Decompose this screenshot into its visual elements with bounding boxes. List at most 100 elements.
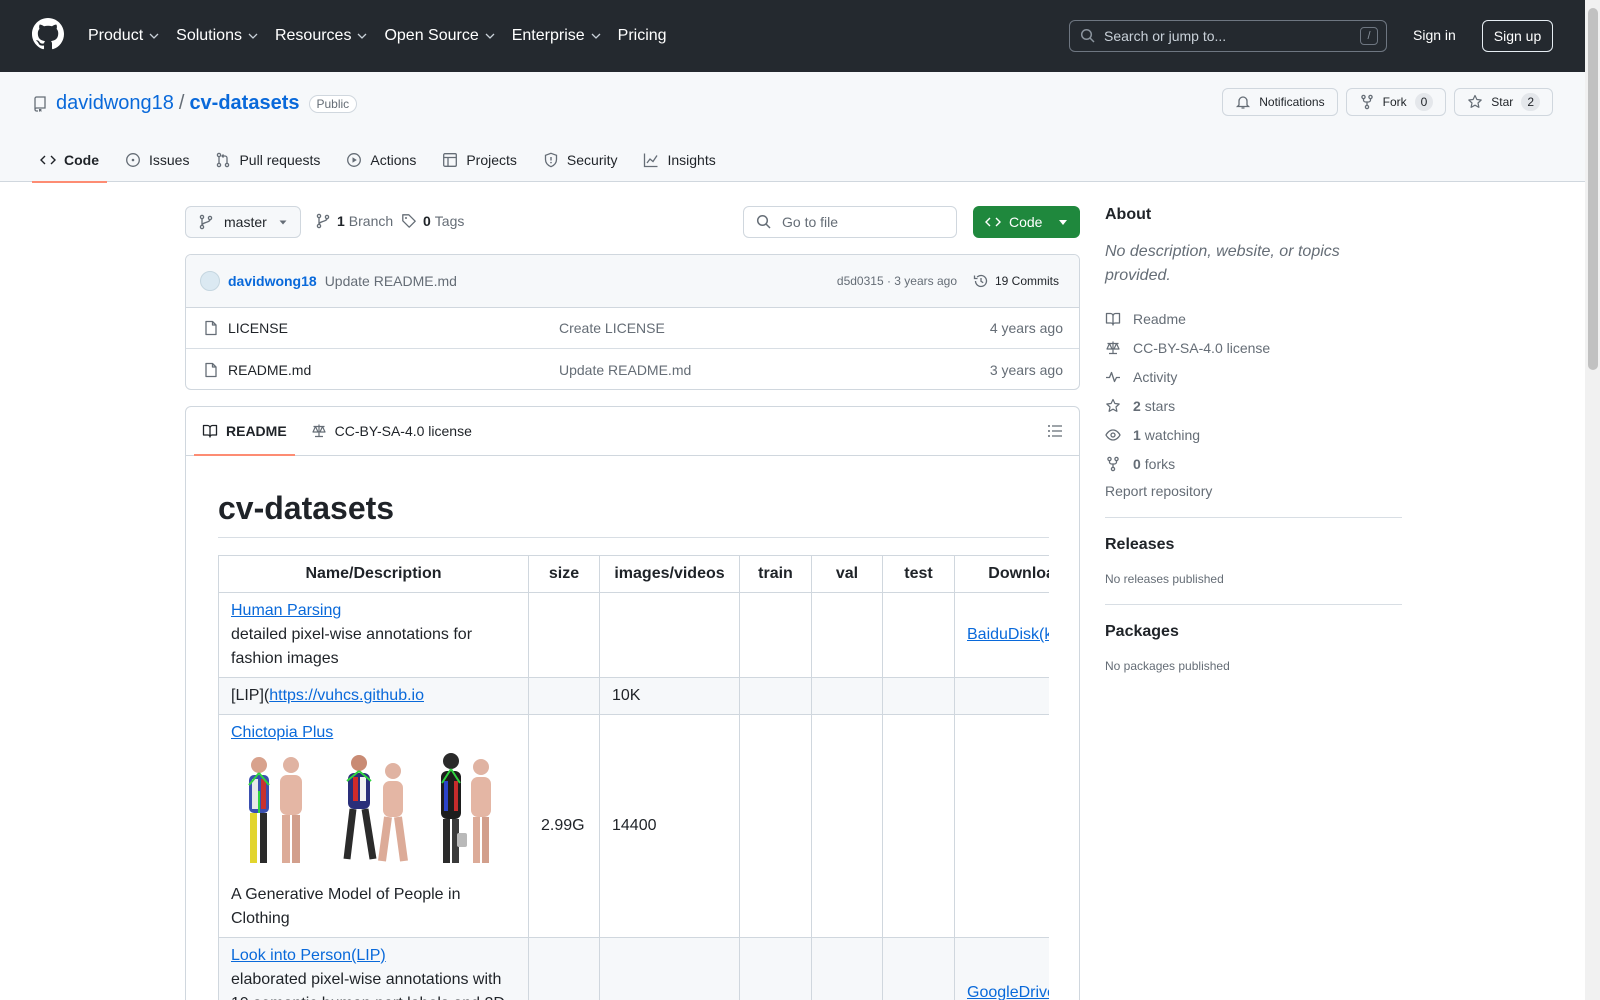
fork-button[interactable]: Fork 0	[1345, 88, 1447, 116]
dataset-link[interactable]: Chictopia Plus	[231, 724, 333, 741]
caret-down-icon	[279, 220, 287, 225]
repo-name-link[interactable]: cv-datasets	[189, 92, 299, 115]
dataset-link[interactable]: Human Parsing	[231, 602, 341, 619]
tab-actions[interactable]: Actions	[338, 138, 424, 182]
file-name[interactable]: README.md	[228, 362, 311, 378]
table-cell	[882, 592, 955, 678]
latest-commit: davidwong18 Update README.md d5d0315 · 3…	[186, 255, 1079, 308]
book-icon	[202, 424, 218, 438]
table-cell: 14400	[599, 714, 740, 938]
tags-link[interactable]: 0 Tags	[401, 213, 464, 229]
dataset-description: A Generative Model of People in Clothing	[231, 886, 461, 927]
releases-empty-text: No releases published	[1105, 572, 1224, 586]
packages-empty-text: No packages published	[1105, 659, 1230, 673]
tag-icon	[402, 214, 416, 228]
column-header: size	[528, 555, 600, 593]
nav-resources[interactable]: Resources	[275, 27, 368, 45]
dataset-link[interactable]: https://vuhcs.github.io	[269, 687, 424, 704]
dataset-link[interactable]: Look into Person(LIP)	[231, 947, 386, 964]
sidebar-item-readme[interactable]: Readme	[1105, 304, 1402, 333]
global-header: Product Solutions Resources Open Source …	[0, 0, 1600, 72]
packages-heading[interactable]: Packages	[1105, 623, 1402, 641]
go-to-file-input[interactable]: Go to file	[743, 206, 957, 238]
table-cell	[882, 677, 955, 715]
table-cell: Human Parsing detailed pixel-wise annota…	[218, 592, 529, 678]
nav-open-source[interactable]: Open Source	[384, 27, 495, 45]
column-header: Download	[954, 555, 1049, 593]
commit-author[interactable]: davidwong18	[228, 273, 317, 289]
notifications-button[interactable]: Notifications	[1222, 88, 1338, 116]
shield-icon	[544, 152, 558, 168]
global-nav: Product Solutions Resources Open Source …	[88, 0, 683, 72]
table-cell	[811, 592, 883, 678]
table-cell	[599, 592, 740, 678]
github-logo-icon[interactable]	[32, 18, 64, 50]
nav-pricing[interactable]: Pricing	[618, 27, 667, 45]
branch-name: master	[224, 214, 267, 230]
report-repository-link[interactable]: Report repository	[1105, 483, 1402, 499]
tab-readme[interactable]: README	[194, 407, 295, 456]
commits-link[interactable]: 19 Commits	[973, 273, 1059, 289]
nav-product[interactable]: Product	[88, 27, 160, 45]
table-cell: [LIP](https://vuhcs.github.io	[218, 677, 529, 715]
tab-security[interactable]: Security	[535, 138, 626, 182]
search-icon	[1080, 28, 1095, 43]
table-row: Human Parsing detailed pixel-wise annota…	[218, 592, 1049, 678]
commit-message[interactable]: Update README.md	[325, 273, 457, 289]
tab-code[interactable]: Code	[32, 138, 107, 183]
branch-select-button[interactable]: master	[185, 206, 301, 238]
nav-enterprise[interactable]: Enterprise	[512, 27, 602, 45]
tab-insights[interactable]: Insights	[635, 138, 723, 182]
repo-actions: Notifications Fork 0 Star 2	[1214, 88, 1553, 116]
list-unordered-icon[interactable]	[1047, 423, 1063, 439]
scrollbar-thumb[interactable]	[1588, 8, 1598, 370]
table-cell	[739, 592, 812, 678]
go-to-file-placeholder: Go to file	[782, 214, 839, 230]
sign-in-link[interactable]: Sign in	[1413, 27, 1456, 43]
repo-icon	[34, 95, 46, 112]
repo-owner-link[interactable]: davidwong18	[56, 92, 174, 115]
table-cell: 10K	[599, 677, 740, 715]
tab-issues[interactable]: Issues	[117, 138, 197, 182]
sign-up-button[interactable]: Sign up	[1482, 20, 1553, 52]
fork-count: 0	[1414, 93, 1434, 111]
repo-sidebar: About No description, website, or topics…	[1105, 206, 1402, 673]
sidebar-item-activity[interactable]: Activity	[1105, 362, 1402, 391]
download-link[interactable]: BaiduDisk(k	[967, 626, 1049, 643]
avatar[interactable]	[200, 271, 220, 291]
table-row: Chictopia Plus A Generative Model of Peo…	[218, 714, 1049, 938]
table-cell	[739, 677, 812, 715]
column-header: Name/Description	[218, 555, 529, 593]
readme-tabs: README CC-BY-SA-4.0 license	[186, 407, 1079, 456]
column-header: val	[811, 555, 883, 593]
table-cell	[528, 937, 600, 1000]
about-list: Readme CC-BY-SA-4.0 license Activity 2st…	[1105, 304, 1402, 478]
example-figures	[231, 751, 516, 869]
file-commit-message[interactable]: Update README.md	[559, 362, 691, 378]
sidebar-item-stars[interactable]: 2 stars	[1105, 391, 1402, 420]
nav-solutions[interactable]: Solutions	[176, 27, 259, 45]
tab-license[interactable]: CC-BY-SA-4.0 license	[303, 407, 480, 455]
code-icon	[40, 155, 56, 165]
file-list: davidwong18 Update README.md d5d0315 · 3…	[185, 254, 1080, 390]
readme-content: cv-datasets Name/Description size images…	[218, 456, 1049, 1000]
tab-pull-requests[interactable]: Pull requests	[207, 138, 328, 182]
sidebar-item-license[interactable]: CC-BY-SA-4.0 license	[1105, 333, 1402, 362]
table-cell	[811, 677, 883, 715]
tab-projects[interactable]: Projects	[434, 138, 525, 182]
branches-link[interactable]: 1 Branch	[315, 213, 393, 229]
releases-heading[interactable]: Releases	[1105, 536, 1402, 554]
sidebar-item-watching[interactable]: 1 watching	[1105, 420, 1402, 449]
file-commit-message[interactable]: Create LICENSE	[559, 320, 665, 336]
chevron-down-icon	[485, 33, 495, 39]
star-button[interactable]: Star 2	[1454, 88, 1553, 116]
star-icon	[1468, 94, 1483, 108]
download-link[interactable]: GoogleDrive	[967, 984, 1049, 1000]
file-name[interactable]: LICENSE	[228, 320, 288, 336]
code-dropdown-button[interactable]: Code	[973, 206, 1080, 238]
search-input[interactable]: Search or jump to... /	[1069, 20, 1387, 52]
sidebar-item-forks[interactable]: 0 forks	[1105, 449, 1402, 478]
commit-sha-time[interactable]: d5d0315 · 3 years ago	[837, 274, 957, 288]
file-age: 3 years ago	[989, 361, 1063, 378]
chevron-down-icon	[357, 33, 367, 39]
